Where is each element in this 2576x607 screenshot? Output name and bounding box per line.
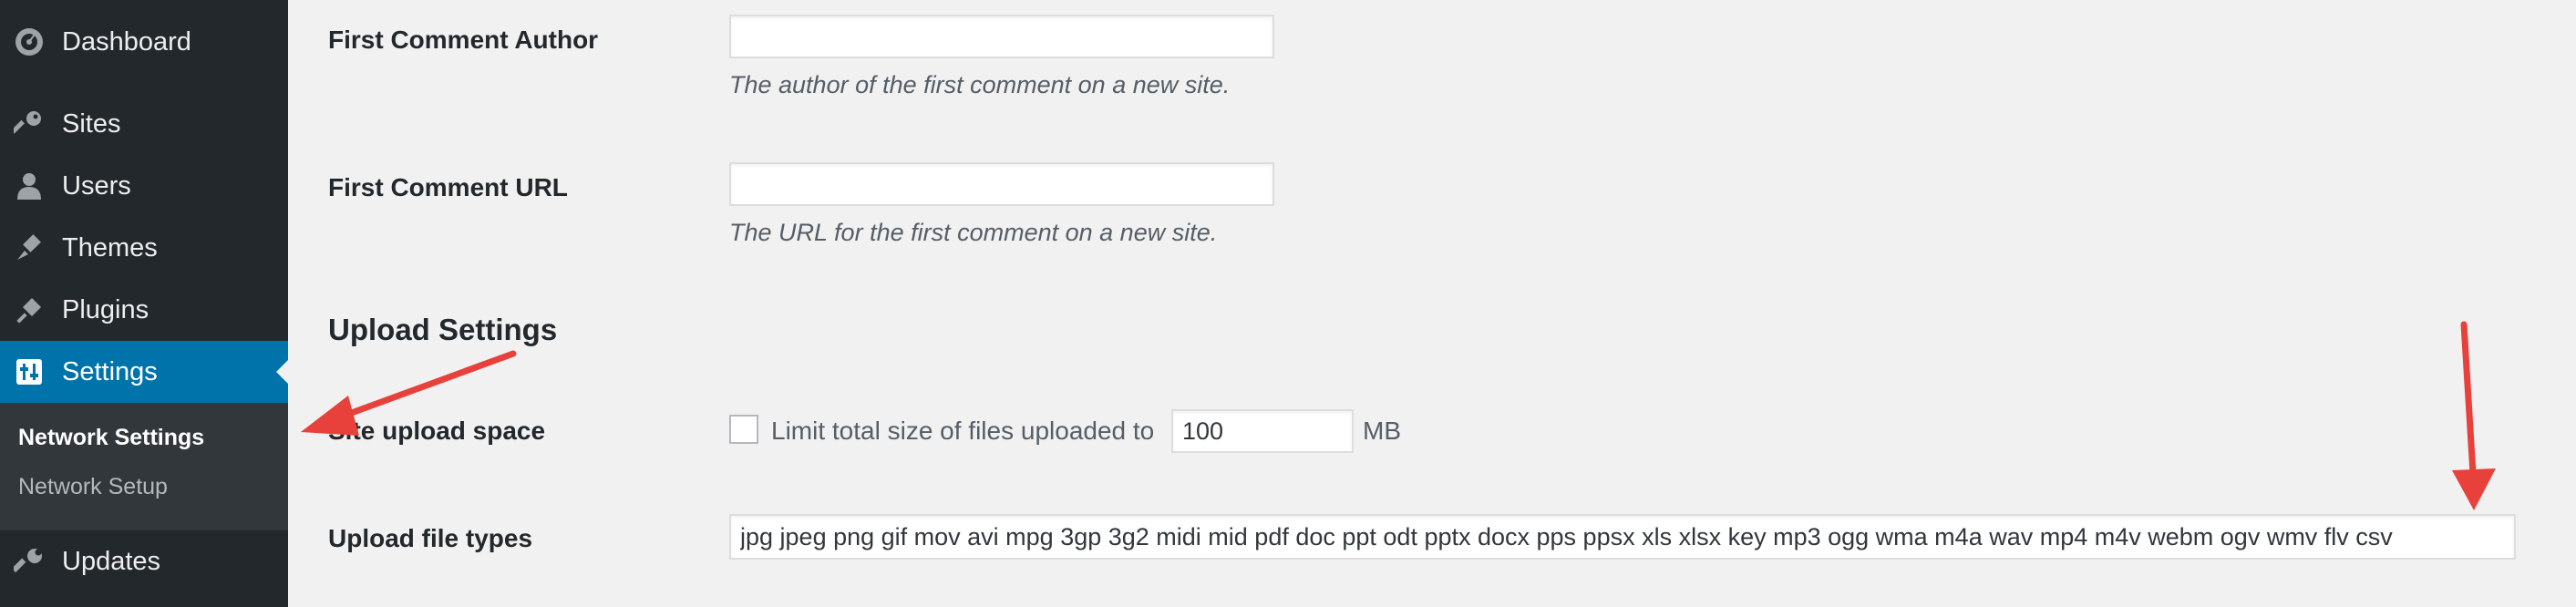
- sidebar-item-label: Users: [62, 170, 131, 201]
- user-icon: [13, 170, 46, 202]
- upload-file-types-input[interactable]: [729, 514, 2516, 560]
- upload-settings-heading: Upload Settings: [328, 313, 558, 346]
- settings-submenu: Network Settings Network Setup: [0, 403, 288, 530]
- sidebar-item-label: Dashboard: [62, 26, 191, 57]
- sidebar-item-sites[interactable]: Sites: [0, 93, 288, 155]
- admin-sidebar: Dashboard Sites Users Themes Plugins Set…: [0, 0, 288, 607]
- limit-upload-space-checkbox-label: Limit total size of files uploaded to: [771, 417, 1155, 445]
- submenu-item-network-settings[interactable]: Network Settings: [18, 425, 204, 451]
- first-comment-author-description: The author of the first comment on a new…: [729, 71, 1231, 98]
- sidebar-item-updates[interactable]: Updates: [0, 530, 288, 592]
- sidebar-item-users[interactable]: Users: [0, 155, 288, 217]
- sidebar-item-label: Themes: [62, 232, 158, 262]
- brush-icon: [13, 231, 46, 264]
- sidebar-item-label: Updates: [62, 546, 161, 576]
- wrench-icon: [13, 545, 46, 578]
- sidebar-item-themes[interactable]: Themes: [0, 217, 288, 279]
- first-comment-author-input[interactable]: [729, 15, 1274, 58]
- current-menu-pointer: [276, 360, 288, 384]
- sidebar-item-plugins[interactable]: Plugins: [0, 279, 288, 341]
- sidebar-item-label: Sites: [62, 108, 121, 139]
- dashboard-icon: [13, 26, 46, 58]
- sidebar-item-label: Plugins: [62, 294, 149, 324]
- upload-file-types-label: Upload file types: [328, 524, 533, 552]
- first-comment-url-label: First Comment URL: [328, 173, 568, 201]
- site-upload-space-label: Site upload space: [328, 417, 546, 445]
- upload-space-quota-input[interactable]: [1171, 409, 1354, 453]
- upload-space-unit: MB: [1363, 417, 1401, 445]
- sidebar-item-label: Settings: [62, 356, 158, 386]
- limit-upload-space-checkbox[interactable]: [729, 415, 758, 444]
- sidebar-item-settings[interactable]: Settings: [0, 341, 288, 403]
- submenu-item-network-setup[interactable]: Network Setup: [18, 474, 168, 500]
- arrow-to-file-types-end-icon: [2452, 321, 2496, 510]
- first-comment-url-description: The URL for the first comment on a new s…: [729, 219, 1218, 246]
- key-icon: [13, 108, 46, 140]
- sidebar-item-dashboard[interactable]: Dashboard: [0, 11, 288, 73]
- first-comment-url-input[interactable]: [729, 162, 1274, 206]
- first-comment-author-label: First Comment Author: [328, 26, 599, 54]
- plug-icon: [13, 293, 46, 326]
- settings-sliders-icon: [13, 355, 46, 388]
